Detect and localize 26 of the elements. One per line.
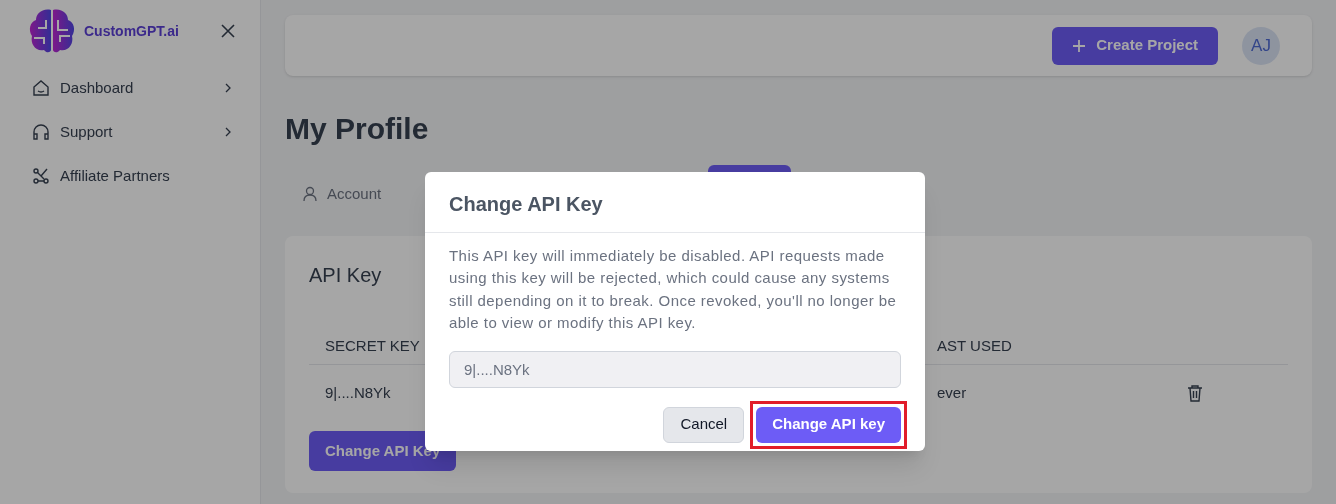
api-key-field[interactable]: 9|....N8Yk — [449, 350, 901, 388]
network-icon — [32, 167, 50, 185]
create-project-button[interactable]: Create Project — [1052, 26, 1218, 65]
sidebar-item[interactable]: Support — [0, 110, 260, 154]
confirm-button[interactable]: Change API key — [756, 406, 901, 443]
avatar[interactable]: AJ — [1242, 26, 1280, 65]
table-cell-text: ever — [937, 382, 967, 403]
close-icon[interactable] — [220, 23, 236, 39]
table-cell-text: 9|....N8Yk — [325, 382, 391, 403]
cancel-button[interactable]: Cancel — [663, 406, 745, 443]
column-header: SECRET KEY — [325, 336, 420, 357]
sidebar-item[interactable]: Affiliate Partners — [0, 154, 260, 198]
account-tab[interactable]: Account — [303, 174, 382, 214]
headphones-icon — [32, 123, 50, 141]
sidebar-item[interactable]: Dashboard — [0, 66, 260, 110]
brain-logo-icon — [28, 8, 76, 54]
column-header: AST USED — [937, 336, 1012, 357]
card-title: API Key — [309, 263, 382, 286]
trash-icon[interactable] — [1187, 384, 1203, 402]
brand-name: CustomGPT.ai — [84, 21, 179, 41]
dialog-title: Change API Key — [449, 192, 604, 215]
page-title: My Profile — [285, 111, 430, 147]
home-icon — [32, 79, 50, 97]
user-icon — [303, 186, 317, 202]
dialog-message: This API key will immediately be disabled. API requests made using this key will be rejected, which could cause any systems still depending on it to break. Once revoked, you'll no longer be able to view or modify this API key. — [449, 246, 898, 334]
plus-icon — [1072, 38, 1087, 53]
